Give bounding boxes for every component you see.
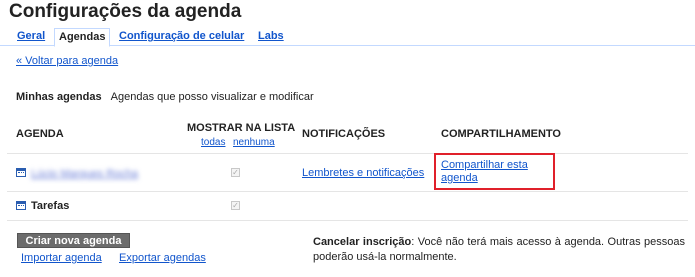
section-title: Minhas agendas	[16, 91, 102, 103]
calendar-icon	[16, 168, 26, 177]
settings-tabs: Geral Agendas Configuração de celular La…	[0, 28, 695, 47]
tab-labs[interactable]: Labs	[258, 28, 284, 46]
reminders-notifications-link[interactable]: Lembretes e notificações	[302, 167, 424, 179]
create-calendar-button[interactable]: Criar nova agenda	[17, 233, 130, 248]
table-divider	[7, 220, 688, 221]
unsubscribe-label: Cancelar inscrição	[313, 236, 412, 248]
calendar-name: Tarefas	[31, 200, 70, 212]
tab-mobile-setup[interactable]: Configuração de celular	[119, 28, 244, 46]
table-divider	[7, 191, 688, 192]
section-heading: Minhas agendas Agendas que posso visuali…	[16, 91, 314, 103]
select-all-link[interactable]: todas	[201, 137, 225, 148]
show-in-list-checkbox[interactable]: ✓	[231, 201, 240, 210]
export-calendars-link[interactable]: Exportar agendas	[119, 252, 206, 264]
page-title: Configurações da agenda	[9, 1, 242, 22]
share-calendar-link[interactable]: Compartilhar esta agenda	[441, 159, 551, 185]
calendar-icon	[16, 201, 26, 210]
tab-general[interactable]: Geral	[17, 28, 45, 46]
import-calendar-link[interactable]: Importar agenda	[21, 252, 102, 264]
calendar-name-link[interactable]: Lúcio Marques Rocha	[31, 168, 138, 180]
show-in-list-checkbox[interactable]: ✓	[231, 168, 240, 177]
tab-calendars[interactable]: Agendas	[54, 28, 111, 47]
section-subtitle: Agendas que posso visualizar e modificar	[110, 91, 314, 103]
select-none-link[interactable]: nenhuma	[233, 137, 275, 148]
column-header-calendar: AGENDA	[16, 128, 64, 140]
column-header-notifications: NOTIFICAÇÕES	[302, 128, 386, 140]
unsubscribe-note: Cancelar inscrição: Você não terá mais a…	[313, 235, 685, 265]
back-to-calendar-link[interactable]: « Voltar para agenda	[16, 55, 118, 67]
column-header-show-in-list: MOSTRAR NA LISTA	[187, 122, 296, 134]
column-header-sharing: COMPARTILHAMENTO	[441, 128, 561, 140]
table-divider	[7, 153, 688, 154]
